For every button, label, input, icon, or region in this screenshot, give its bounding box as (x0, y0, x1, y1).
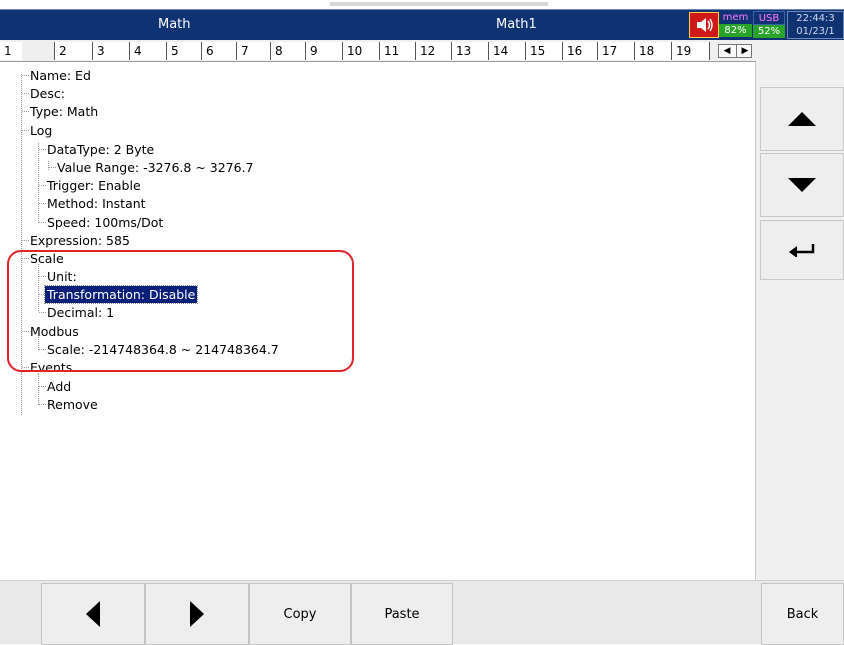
paste-button[interactable]: Paste (351, 583, 453, 645)
tab-14[interactable]: 14 (488, 42, 525, 60)
arrow-right-icon (190, 601, 204, 627)
usb-label: USB (753, 11, 785, 25)
copy-button[interactable]: Copy (249, 583, 351, 645)
tab-2[interactable]: 2 (54, 42, 92, 60)
tree-branch (39, 149, 46, 150)
tree-root-line (21, 74, 22, 415)
back-button[interactable]: Back (761, 583, 844, 645)
arrow-down-icon (788, 178, 816, 192)
tree-branch (39, 276, 46, 277)
tab-scroll-left-icon[interactable]: ◀ (719, 45, 735, 57)
scroll-up-button[interactable] (760, 87, 844, 151)
tree-branch (22, 111, 29, 112)
tree-branch (22, 258, 29, 259)
tree-branch (39, 203, 46, 204)
channel-tabs: 1 2 3 4 5 6 7 8 9 10 11 12 13 14 15 16 1… (0, 40, 756, 62)
tab-9[interactable]: 9 (305, 42, 342, 60)
right-button-panel (756, 40, 844, 580)
tree-branch (49, 167, 56, 168)
tree-item-modbus[interactable]: Modbus (30, 323, 79, 340)
usb-value: 52% (753, 25, 785, 38)
tab-13[interactable]: 13 (451, 42, 488, 60)
tab-6[interactable]: 6 (201, 42, 236, 60)
tree-item-decimal[interactable]: Decimal: 1 (47, 304, 114, 321)
tree-item-log[interactable]: Log (30, 122, 52, 139)
clock: 22:44:3 01/23/1 (787, 11, 844, 39)
tab-3[interactable]: 3 (92, 42, 129, 60)
tree-item-add[interactable]: Add (47, 378, 71, 395)
arrow-left-icon (86, 601, 100, 627)
tree-item-transformation[interactable]: Transformation: Disable (43, 285, 199, 304)
tab-10[interactable]: 10 (342, 42, 379, 60)
clock-time: 22:44:3 (796, 13, 835, 24)
tree-item-speed[interactable]: Speed: 100ms/Dot (47, 214, 163, 231)
enter-icon (789, 244, 815, 257)
tab-17[interactable]: 17 (597, 42, 634, 60)
speaker-icon[interactable] (689, 12, 719, 38)
tree-branch (22, 331, 29, 332)
tab-scroll-right-icon[interactable]: ▶ (736, 45, 753, 57)
bottom-toolbar: Copy Paste Back (0, 580, 844, 645)
tree-scale-line (38, 264, 39, 311)
tree-item-desc[interactable]: Desc: (30, 85, 65, 102)
tree-item-name[interactable]: Name: Ed (30, 67, 91, 84)
tree-branch (22, 240, 29, 241)
tree-item-remove[interactable]: Remove (47, 396, 98, 413)
tree-item-type[interactable]: Type: Math (30, 103, 98, 120)
title-bar: Math Math1 mem 82% USB 52% 22:44:3 01/23… (0, 9, 844, 40)
tab-15[interactable]: 15 (525, 42, 562, 60)
tab-4[interactable]: 4 (129, 42, 166, 60)
tree-branch (22, 93, 29, 94)
tree-branch (39, 349, 46, 350)
tree-item-events[interactable]: Events (30, 359, 72, 376)
tab-1[interactable]: 1 (0, 42, 22, 60)
next-button[interactable] (145, 583, 249, 645)
tree-branch (39, 222, 46, 223)
tab-11[interactable]: 11 (379, 42, 415, 60)
usb-status: USB 52% (753, 11, 785, 39)
tree-branch (39, 312, 46, 313)
tree-branch (39, 185, 46, 186)
scroll-down-button[interactable] (760, 153, 844, 217)
memory-label: mem (719, 11, 752, 24)
tree-item-trigger[interactable]: Trigger: Enable (47, 177, 141, 194)
tab-19[interactable]: 19 (671, 42, 710, 60)
tab-16[interactable]: 16 (562, 42, 597, 60)
previous-button[interactable] (41, 583, 145, 645)
tab-12[interactable]: 12 (415, 42, 451, 60)
tree-item-modbus-scale[interactable]: Scale: -214748364.8 ~ 214748364.7 (47, 341, 279, 358)
tab-scroll-control: ◀ ▶ (718, 44, 752, 58)
tree-branch (22, 75, 29, 76)
clock-date: 01/23/1 (796, 26, 835, 37)
tree-item-datatype[interactable]: DataType: 2 Byte (47, 141, 154, 158)
tree-branch (39, 404, 46, 405)
enter-button[interactable] (760, 220, 844, 280)
top-indicator-bar (330, 2, 548, 6)
tree-branch (22, 130, 29, 131)
tree-item-scale[interactable]: Scale (30, 250, 64, 267)
tab-8[interactable]: 8 (270, 42, 305, 60)
channel-settings-tree: Name: Ed Desc: Type: Math Log DataType: … (0, 62, 756, 580)
tab-7[interactable]: 7 (236, 42, 270, 60)
tree-item-expression[interactable]: Expression: 585 (30, 232, 130, 249)
tree-item-unit[interactable]: Unit: (47, 268, 77, 285)
tree-branch (22, 367, 29, 368)
arrow-up-icon (788, 112, 816, 126)
tab-5[interactable]: 5 (166, 42, 201, 60)
tree-branch (39, 386, 46, 387)
page-title: Math (158, 17, 191, 32)
tree-item-value-range[interactable]: Value Range: -3276.8 ~ 3276.7 (57, 159, 254, 176)
memory-value: 82% (719, 24, 752, 37)
tree-events-line (38, 373, 39, 405)
tree-datatype-line (48, 161, 49, 170)
memory-status: mem 82% (719, 11, 752, 39)
tab-18[interactable]: 18 (634, 42, 671, 60)
tree-log-line (38, 143, 39, 223)
tree-item-method[interactable]: Method: Instant (47, 195, 146, 212)
channel-title: Math1 (496, 17, 537, 32)
